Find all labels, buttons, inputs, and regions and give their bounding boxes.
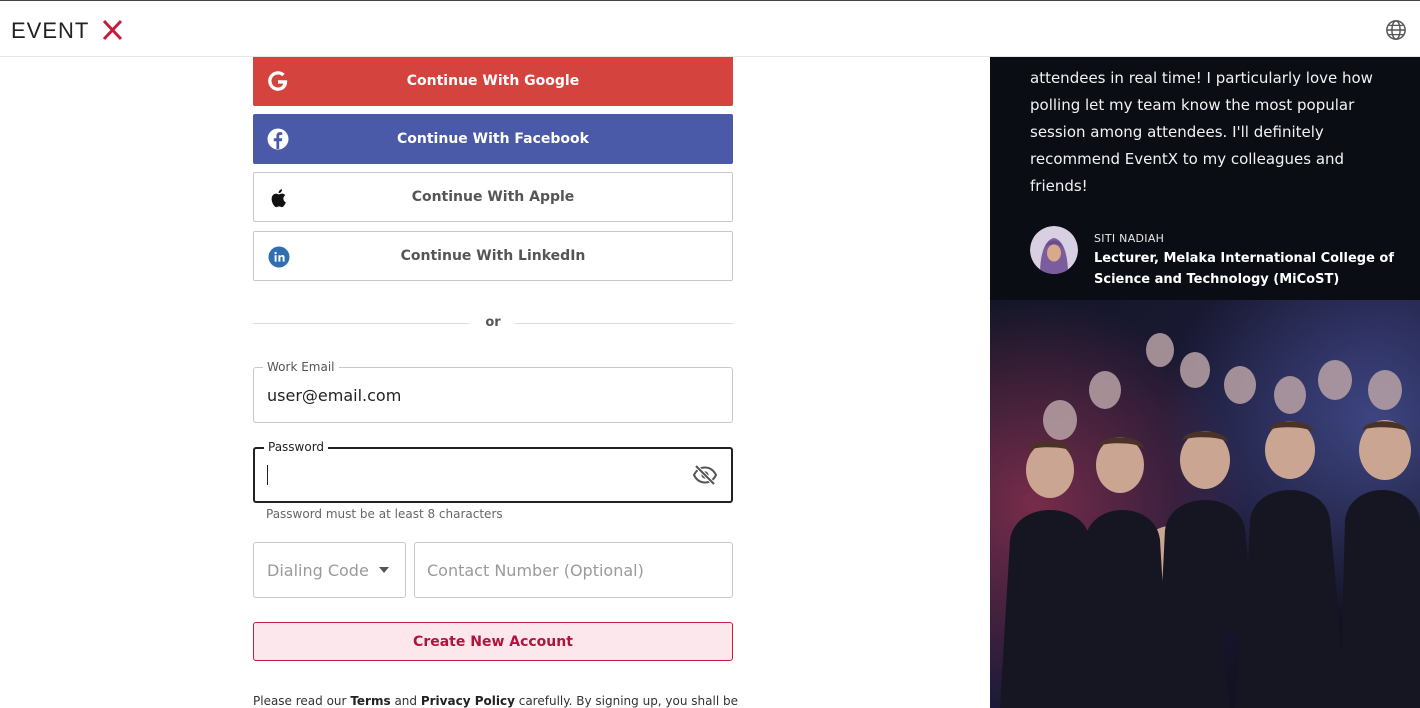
terms-notice: Please read our Terms and Privacy Policy… xyxy=(253,694,753,708)
work-email-label: Work Email xyxy=(263,359,339,375)
continue-with-apple-button[interactable]: Continue With Apple xyxy=(253,172,733,222)
divider-text: or xyxy=(485,315,501,330)
contact-number-input[interactable] xyxy=(415,543,732,597)
create-account-label: Create New Account xyxy=(413,633,573,650)
testimonial-quote: attendees in real time! I particularly l… xyxy=(1030,69,1373,195)
continue-with-linkedin-button[interactable]: Continue With LinkedIn xyxy=(253,231,733,281)
terms-suffix: carefully. By signing up, you shall be xyxy=(518,694,738,708)
author-title: Lecturer, Melaka International College o… xyxy=(1094,251,1395,287)
divider-line-right xyxy=(515,323,733,324)
signup-form: Continue With Google Continue With Faceb… xyxy=(253,0,738,708)
terms-prefix: Please read our xyxy=(253,694,347,708)
apple-button-label: Continue With Apple xyxy=(411,189,575,205)
contact-number-field[interactable] xyxy=(414,542,733,598)
work-email-value[interactable]: user@email.com xyxy=(267,386,401,405)
audience-photo xyxy=(990,300,1420,708)
globe-icon[interactable] xyxy=(1385,19,1407,41)
google-button-label: Continue With Google xyxy=(406,73,580,89)
author-name: SITI NADIAH xyxy=(1094,232,1165,245)
eventx-logo[interactable]: EVENT xyxy=(11,18,127,42)
terms-and: and xyxy=(394,694,418,708)
work-email-field[interactable]: Work Email user@email.com xyxy=(253,359,733,423)
terms-link[interactable]: Terms xyxy=(350,694,390,708)
linkedin-button-label: Continue With LinkedIn xyxy=(400,248,586,264)
svg-text:EVENT: EVENT xyxy=(11,18,89,42)
facebook-icon xyxy=(267,128,289,150)
dialing-code-placeholder: Dialing Code xyxy=(267,561,369,580)
dialing-code-select[interactable]: Dialing Code xyxy=(253,542,406,598)
apple-icon xyxy=(271,189,286,208)
divider-line-left xyxy=(253,323,469,324)
continue-with-facebook-button[interactable]: Continue With Facebook xyxy=(253,114,733,164)
linkedin-icon xyxy=(268,246,290,268)
google-icon xyxy=(268,71,288,91)
testimonial-panel: attendees in real time! I particularly l… xyxy=(990,0,1420,708)
top-navigation-bar: EVENT xyxy=(0,0,1420,57)
chevron-down-icon xyxy=(379,567,389,573)
create-new-account-button[interactable]: Create New Account xyxy=(253,622,733,661)
text-cursor xyxy=(267,465,268,485)
facebook-button-label: Continue With Facebook xyxy=(397,131,589,147)
avatar xyxy=(1030,226,1078,274)
privacy-policy-link[interactable]: Privacy Policy xyxy=(421,694,515,708)
password-field[interactable]: Password xyxy=(253,439,733,503)
or-divider: or xyxy=(253,313,733,333)
continue-with-google-button[interactable]: Continue With Google xyxy=(253,56,733,106)
password-label: Password xyxy=(264,439,329,455)
password-helper-text: Password must be at least 8 characters xyxy=(266,507,503,521)
eye-off-icon[interactable] xyxy=(692,463,718,487)
